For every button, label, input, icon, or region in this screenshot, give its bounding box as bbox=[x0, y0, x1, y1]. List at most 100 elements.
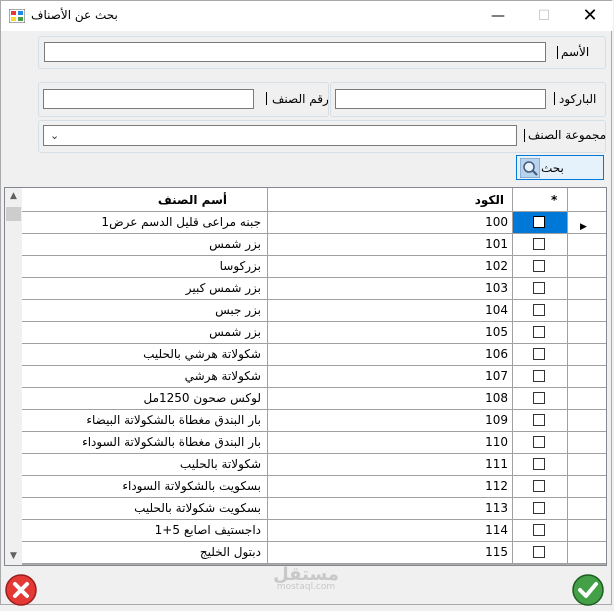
table-row[interactable]: دبتول الخليج 115 bbox=[22, 542, 606, 564]
items-grid[interactable]: ▲ ▼ أسم الصنف الكود * جبنه مراعى قليل ال… bbox=[4, 187, 607, 566]
row-header[interactable]: ▶ bbox=[568, 212, 606, 234]
row-header[interactable] bbox=[568, 256, 606, 278]
select-cell[interactable] bbox=[513, 542, 568, 564]
row-checkbox[interactable] bbox=[533, 480, 545, 492]
item-code-cell[interactable]: 101 bbox=[268, 234, 513, 256]
row-checkbox[interactable] bbox=[533, 326, 545, 338]
item-name-cell[interactable]: داجستيف اصابع 5+1 bbox=[22, 520, 268, 542]
row-checkbox[interactable] bbox=[533, 546, 545, 558]
table-row[interactable]: بسكويت بالشكولاتة السوداء 112 bbox=[22, 476, 606, 498]
item-code-cell[interactable]: 110 bbox=[268, 432, 513, 454]
select-cell[interactable] bbox=[513, 256, 568, 278]
table-row[interactable]: شكولاتة بالحليب 111 bbox=[22, 454, 606, 476]
select-cell[interactable] bbox=[513, 476, 568, 498]
item-code-cell[interactable]: 107 bbox=[268, 366, 513, 388]
item-code-cell[interactable]: 114 bbox=[268, 520, 513, 542]
table-row[interactable]: بار البندق مغطاة بالشكولاتة السوداء 110 bbox=[22, 432, 606, 454]
row-checkbox[interactable] bbox=[533, 216, 545, 228]
row-checkbox[interactable] bbox=[533, 458, 545, 470]
table-row[interactable]: بسكويت شكولاتة بالحليب 113 bbox=[22, 498, 606, 520]
item-code-cell[interactable]: 102 bbox=[268, 256, 513, 278]
item-code-cell[interactable]: 106 bbox=[268, 344, 513, 366]
select-cell[interactable] bbox=[513, 212, 568, 234]
row-checkbox[interactable] bbox=[533, 348, 545, 360]
item-code-cell[interactable]: 105 bbox=[268, 322, 513, 344]
item-name-cell[interactable]: بسكويت بالشكولاتة السوداء bbox=[22, 476, 268, 498]
item-code-cell[interactable]: 111 bbox=[268, 454, 513, 476]
minimize-button[interactable]: — bbox=[475, 1, 521, 31]
row-checkbox[interactable] bbox=[533, 392, 545, 404]
search-button[interactable]: بحث bbox=[516, 155, 604, 180]
row-header[interactable] bbox=[568, 498, 606, 520]
item-code-cell[interactable]: 104 bbox=[268, 300, 513, 322]
select-cell[interactable] bbox=[513, 234, 568, 256]
item-name-cell[interactable]: بار البندق مغطاة بالشكولاتة البيضاء bbox=[22, 410, 268, 432]
table-row[interactable]: بزر جبس 104 bbox=[22, 300, 606, 322]
table-row[interactable]: بزر شمس كبير 103 bbox=[22, 278, 606, 300]
table-row[interactable]: بزر شمس 105 bbox=[22, 322, 606, 344]
select-cell[interactable] bbox=[513, 454, 568, 476]
column-header-select[interactable]: * bbox=[513, 188, 568, 212]
select-cell[interactable] bbox=[513, 300, 568, 322]
item-code-cell[interactable]: 103 bbox=[268, 278, 513, 300]
table-row[interactable]: داجستيف اصابع 5+1 114 bbox=[22, 520, 606, 542]
select-cell[interactable] bbox=[513, 432, 568, 454]
item-code-cell[interactable]: 112 bbox=[268, 476, 513, 498]
row-checkbox[interactable] bbox=[533, 370, 545, 382]
item-group-select[interactable]: ⌄ bbox=[43, 125, 517, 146]
table-row[interactable]: بزر شمس 101 bbox=[22, 234, 606, 256]
row-checkbox[interactable] bbox=[533, 238, 545, 250]
select-cell[interactable] bbox=[513, 498, 568, 520]
row-header[interactable] bbox=[568, 520, 606, 542]
select-cell[interactable] bbox=[513, 410, 568, 432]
close-button[interactable]: ✕ bbox=[567, 1, 613, 31]
row-header[interactable] bbox=[568, 388, 606, 410]
table-row[interactable]: شكولاتة هرشي بالحليب 106 bbox=[22, 344, 606, 366]
item-name-cell[interactable]: شكولاتة بالحليب bbox=[22, 454, 268, 476]
barcode-input[interactable] bbox=[335, 89, 546, 109]
item-name-cell[interactable]: جبنه مراعى قليل الدسم عرض1 bbox=[22, 212, 268, 234]
row-checkbox[interactable] bbox=[533, 282, 545, 294]
item-code-cell[interactable]: 100 bbox=[268, 212, 513, 234]
name-input[interactable] bbox=[44, 42, 546, 62]
select-cell[interactable] bbox=[513, 388, 568, 410]
table-row[interactable]: بزركوسا 102 bbox=[22, 256, 606, 278]
item-code-cell[interactable]: 113 bbox=[268, 498, 513, 520]
table-row[interactable]: جبنه مراعى قليل الدسم عرض1 100 ▶ bbox=[22, 212, 606, 234]
row-checkbox[interactable] bbox=[533, 304, 545, 316]
row-checkbox[interactable] bbox=[533, 524, 545, 536]
scroll-up-arrow-icon[interactable]: ▲ bbox=[5, 188, 22, 205]
row-header[interactable] bbox=[568, 542, 606, 564]
table-row[interactable]: شكولاتة هرشي 107 bbox=[22, 366, 606, 388]
scroll-thumb[interactable] bbox=[6, 207, 21, 221]
item-name-cell[interactable]: بزر شمس bbox=[22, 234, 268, 256]
item-name-cell[interactable]: بزر شمس كبير bbox=[22, 278, 268, 300]
row-header[interactable] bbox=[568, 322, 606, 344]
row-header[interactable] bbox=[568, 234, 606, 256]
item-name-cell[interactable]: بسكويت شكولاتة بالحليب bbox=[22, 498, 268, 520]
cancel-button[interactable] bbox=[4, 573, 38, 607]
row-checkbox[interactable] bbox=[533, 436, 545, 448]
item-code-cell[interactable]: 109 bbox=[268, 410, 513, 432]
row-checkbox[interactable] bbox=[533, 414, 545, 426]
select-cell[interactable] bbox=[513, 322, 568, 344]
ok-button[interactable] bbox=[571, 573, 605, 607]
maximize-button[interactable]: ☐ bbox=[521, 1, 567, 31]
item-name-cell[interactable]: بار البندق مغطاة بالشكولاتة السوداء bbox=[22, 432, 268, 454]
row-header[interactable] bbox=[568, 432, 606, 454]
select-cell[interactable] bbox=[513, 344, 568, 366]
column-header-code[interactable]: الكود bbox=[268, 188, 513, 212]
row-header[interactable] bbox=[568, 454, 606, 476]
vertical-scrollbar[interactable]: ▲ ▼ bbox=[5, 188, 22, 565]
row-header[interactable] bbox=[568, 278, 606, 300]
table-row[interactable]: لوكس صحون 1250مل 108 bbox=[22, 388, 606, 410]
row-header[interactable] bbox=[568, 366, 606, 388]
item-name-cell[interactable]: لوكس صحون 1250مل bbox=[22, 388, 268, 410]
row-header[interactable] bbox=[568, 300, 606, 322]
select-cell[interactable] bbox=[513, 366, 568, 388]
item-number-input[interactable] bbox=[43, 89, 254, 109]
item-name-cell[interactable]: بزر جبس bbox=[22, 300, 268, 322]
select-cell[interactable] bbox=[513, 520, 568, 542]
item-name-cell[interactable]: شكولاتة هرشي بالحليب bbox=[22, 344, 268, 366]
item-code-cell[interactable]: 115 bbox=[268, 542, 513, 564]
